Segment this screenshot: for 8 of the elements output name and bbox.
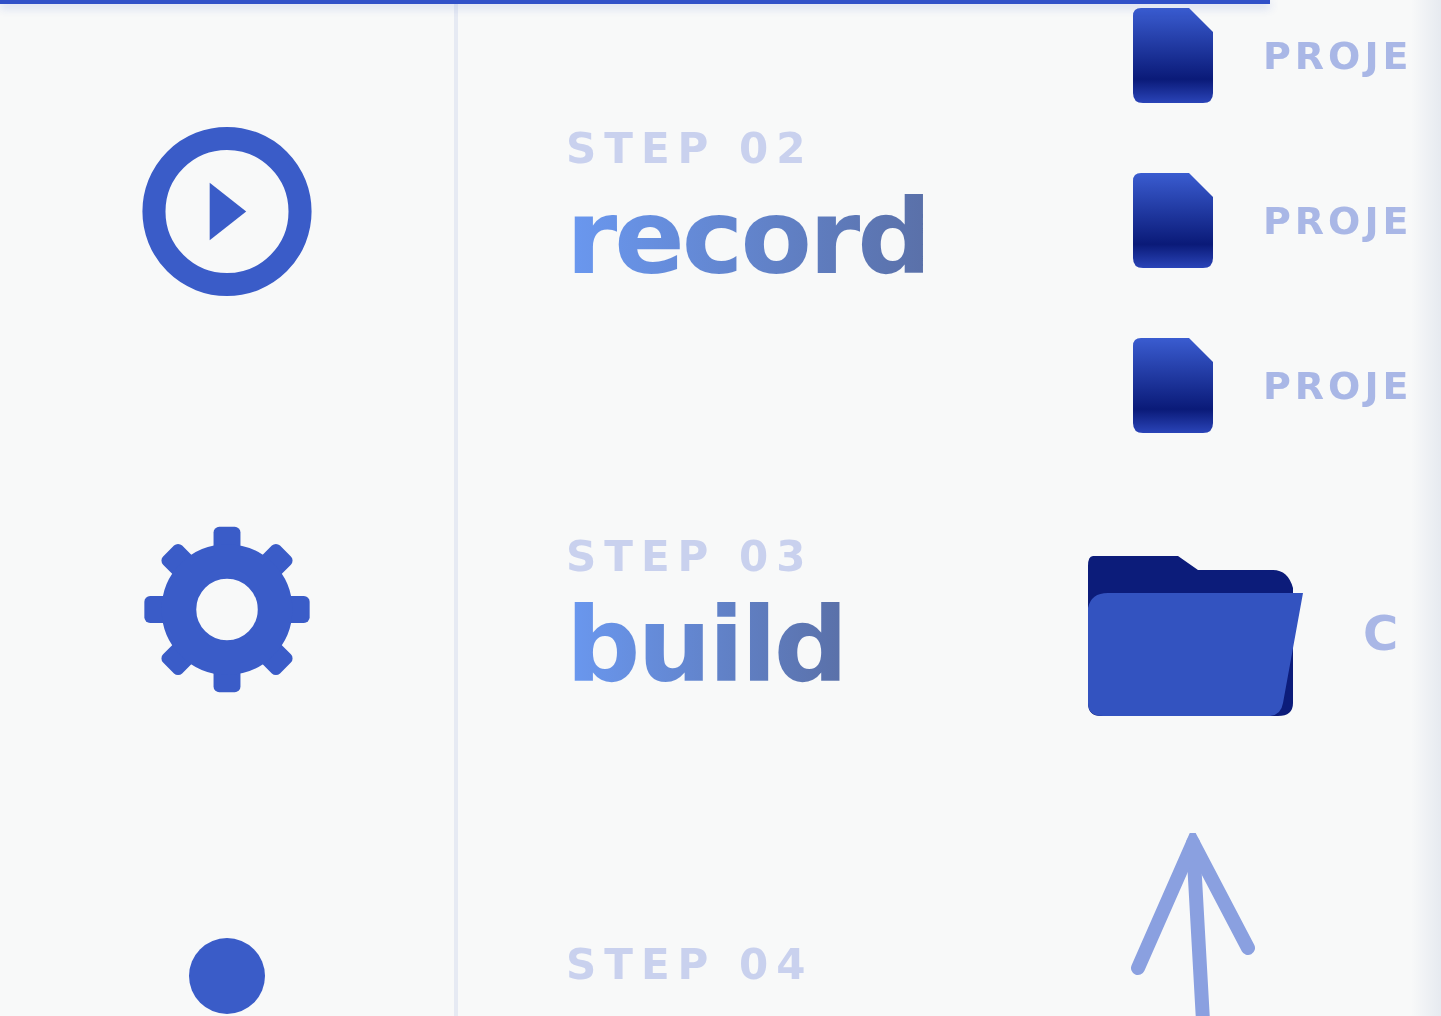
file-icon[interactable] xyxy=(1133,338,1213,433)
file-name[interactable]: PROJE xyxy=(1263,198,1413,243)
file-name[interactable]: PROJE xyxy=(1263,33,1413,78)
file-icon[interactable] xyxy=(1133,173,1213,268)
dot-icon[interactable] xyxy=(187,936,267,1016)
file-icon[interactable] xyxy=(1133,8,1213,103)
file-name[interactable]: PROJE xyxy=(1263,363,1413,408)
folder-name[interactable]: C xyxy=(1363,605,1399,661)
